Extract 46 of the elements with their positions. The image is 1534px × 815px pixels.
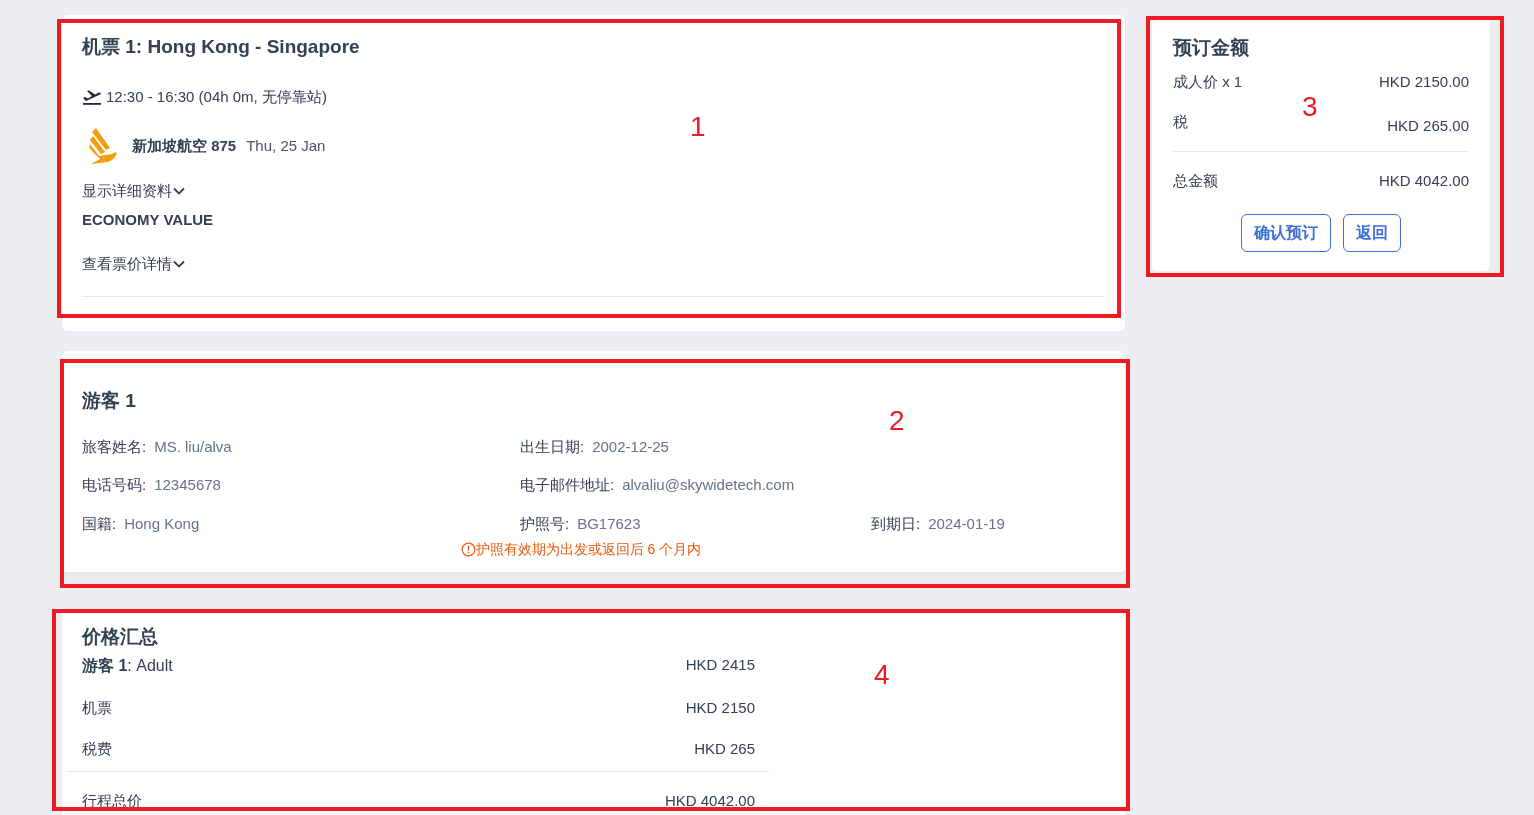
show-details-toggle[interactable]: 显示详细资料 <box>82 180 186 203</box>
field-value: 2024-01-19 <box>928 513 1005 534</box>
total-label: 总金额 <box>1173 170 1218 191</box>
price-label: 税费 <box>82 739 112 759</box>
field-label: 到期日: <box>871 513 921 534</box>
airline-flight: 新加坡航空 875 <box>132 135 237 156</box>
price-amount: HKD 265 <box>694 739 755 759</box>
field-value: 12345678 <box>154 475 221 495</box>
amount-label: 税 <box>1173 112 1188 132</box>
price-amount: HKD 2150 <box>685 697 755 718</box>
total-amount: HKD 4042.00 <box>664 790 755 811</box>
amount-label: 成人价 x 1 <box>1173 71 1243 92</box>
amount-value: HKD 265.00 <box>1387 116 1469 136</box>
price-amount: HKD 2415 <box>685 654 755 675</box>
price-label: 机票 <box>82 697 112 718</box>
flight-schedule: 12:30 - 16:30 (04h 0m, 无停靠站) <box>106 86 327 107</box>
field-value: 2002-12-25 <box>592 436 669 457</box>
passenger-title: 游客 1 <box>82 389 137 413</box>
total-amount: HKD 4042.00 <box>1378 170 1469 191</box>
field-label: 国籍: <box>82 513 117 534</box>
plane-takeoff-icon <box>82 88 102 105</box>
flight-date: Thu, 25 Jan <box>246 135 326 156</box>
annotation-number: 2 <box>889 404 905 438</box>
warning-icon <box>460 542 476 557</box>
field-value: BG17623 <box>577 513 641 534</box>
annotation-number: 1 <box>690 110 706 144</box>
fare-class: ECONOMY VALUE <box>82 209 215 230</box>
field-value: MS. liu/alva <box>154 436 232 457</box>
passport-warning: 护照有效期为出发或返回后 6 个月内 <box>475 540 702 559</box>
price-label: 游客 1: Adult <box>82 655 173 676</box>
flight-title: 机票 1: Hong Kong - Singapore <box>82 35 361 59</box>
field-value: alvaliu@skywidetech.com <box>622 475 795 495</box>
field-label: 电话号码: <box>82 475 147 495</box>
confirm-button[interactable]: 确认预订 <box>1241 214 1331 252</box>
field-label: 旅客姓名: <box>82 436 147 457</box>
amount-value: HKD 2150.00 <box>1378 71 1469 92</box>
annotation-number: 3 <box>1302 90 1318 124</box>
field-label: 出生日期: <box>520 436 585 457</box>
field-label: 电子邮件地址: <box>520 475 615 495</box>
back-button[interactable]: 返回 <box>1343 214 1401 252</box>
field-value: Hong Kong <box>124 513 200 534</box>
annotation-number: 4 <box>874 658 890 692</box>
field-label: 护照号: <box>520 513 570 534</box>
fare-details-toggle[interactable]: 查看票价详情 <box>82 253 186 276</box>
booking-amount-title: 预订金额 <box>1173 36 1250 60</box>
price-summary-title: 价格汇总 <box>82 625 159 649</box>
